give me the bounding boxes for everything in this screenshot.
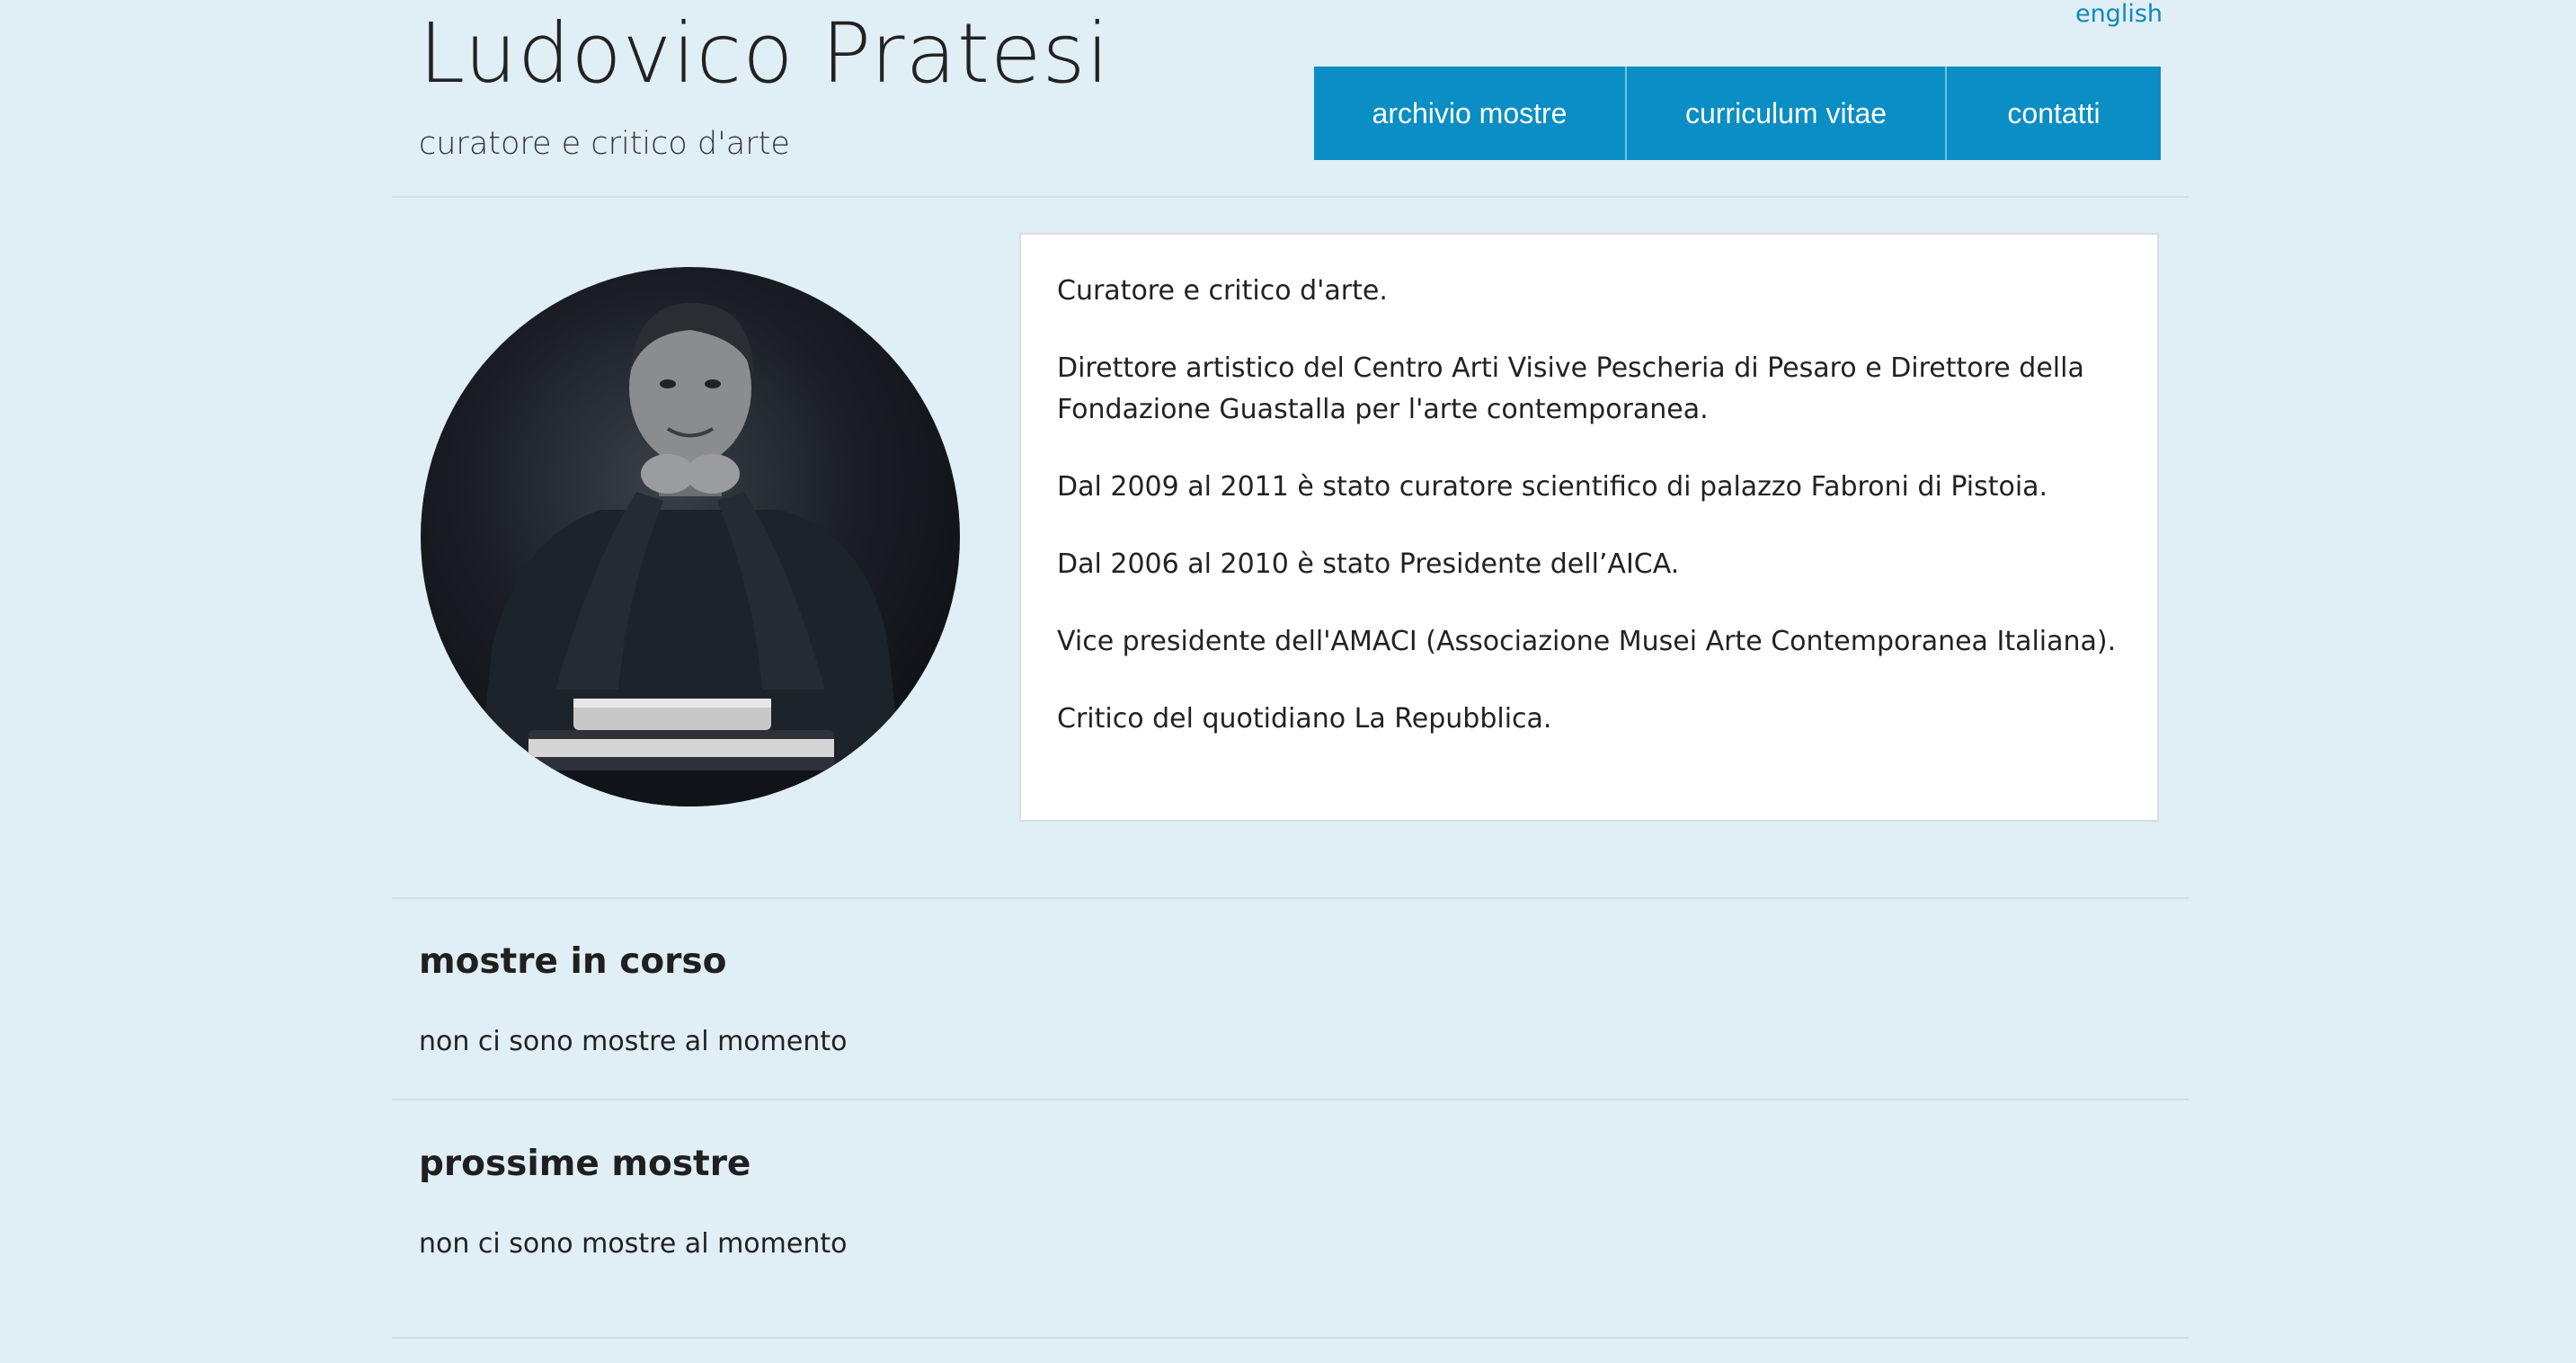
portrait-photo bbox=[421, 267, 960, 806]
section-title-upcoming-exhibitions: prossime mostre bbox=[419, 1144, 751, 1184]
section-text-upcoming-exhibitions: non ci sono mostre al momento bbox=[419, 1228, 848, 1260]
language-link-english[interactable]: english bbox=[2075, 0, 2163, 28]
site-title[interactable]: Ludovico Pratesi bbox=[419, 5, 1110, 102]
section-text-current-exhibitions: non ci sono mostre al momento bbox=[419, 1026, 848, 1057]
bio-paragraph: Critico del quotidiano La Repubblica. bbox=[1057, 703, 1552, 735]
nav-item-curriculum-vitae[interactable]: curriculum vitae bbox=[1627, 67, 1947, 160]
bio-paragraph: Vice presidente dell'AMACI (Associazione… bbox=[1057, 626, 2117, 657]
nav-item-archivio-mostre[interactable]: archivio mostre bbox=[1314, 67, 1627, 160]
nav-item-contatti[interactable]: contatti bbox=[1947, 67, 2161, 160]
bio-box: Curatore e critico d'arte. Direttore art… bbox=[1019, 233, 2159, 822]
bio-paragraph: Dal 2006 al 2010 è stato Presidente dell… bbox=[1057, 548, 1680, 580]
section-divider bbox=[392, 897, 2189, 899]
main-nav: archivio mostre curriculum vitae contatt… bbox=[1314, 67, 2161, 160]
bio-paragraph: Curatore e critico d'arte. bbox=[1057, 275, 1388, 307]
site-subtitle: curatore e critico d'arte bbox=[419, 126, 790, 162]
header-divider bbox=[392, 196, 2189, 198]
page: english Ludovico Pratesi curatore e crit… bbox=[0, 0, 2576, 1363]
section-divider bbox=[392, 1099, 2189, 1100]
bio-paragraph: Direttore artistico del Centro Arti Visi… bbox=[1057, 352, 2084, 425]
section-title-current-exhibitions: mostre in corso bbox=[419, 941, 727, 982]
bio-paragraph: Dal 2009 al 2011 è stato curatore scient… bbox=[1057, 471, 2048, 503]
footer-divider bbox=[392, 1337, 2189, 1339]
